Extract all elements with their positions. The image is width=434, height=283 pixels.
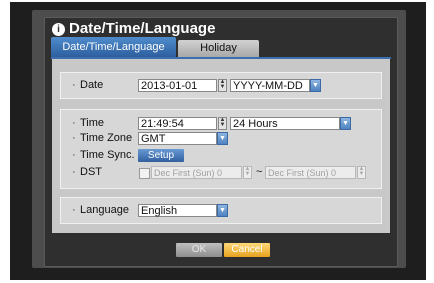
time-input[interactable]: 21:49:54 (138, 117, 217, 130)
dst-checkbox[interactable] (139, 168, 150, 179)
timesync-setup-button[interactable]: Setup (138, 149, 184, 162)
dst-start-field[interactable]: Dec First (Sun) 0 (151, 166, 242, 179)
chevron-down-icon[interactable]: ▼ (217, 204, 228, 217)
dst-range-separator: ~ (256, 166, 263, 178)
cancel-button[interactable]: Cancel (224, 243, 270, 257)
dst-end-spinner[interactable]: ▲ ▼ (357, 166, 366, 179)
dst-start-spinner[interactable]: ▲ ▼ (243, 166, 252, 179)
language-label: Language (72, 204, 129, 216)
dst-end-field[interactable]: Dec First (Sun) 0 (265, 166, 356, 179)
chevron-down-icon[interactable]: ▼ (310, 79, 321, 92)
date-label: Date (72, 79, 103, 91)
time-spinner[interactable]: ▲ ▼ (218, 117, 227, 130)
timesync-label: Time Sync. (72, 149, 135, 161)
chevron-down-icon[interactable]: ▼ (340, 117, 351, 130)
language-select[interactable]: English (138, 204, 217, 217)
info-icon: i (52, 22, 65, 36)
tab-date-time-language[interactable]: Date/Time/Language (51, 37, 176, 57)
tab-holiday[interactable]: Holiday (178, 40, 259, 57)
ok-button[interactable]: OK (176, 243, 222, 257)
dialog-title-text: Date/Time/Language (69, 20, 216, 37)
dialog-title: i Date/Time/Language (52, 19, 215, 39)
timezone-label: Time Zone (72, 132, 132, 144)
chevron-down-icon[interactable]: ▼ (217, 132, 228, 145)
time-format-select[interactable]: 24 Hours (230, 117, 340, 130)
date-spinner[interactable]: ▲ ▼ (218, 79, 227, 92)
dst-label: DST (72, 166, 102, 178)
timezone-select[interactable]: GMT (138, 132, 217, 145)
time-label: Time (72, 117, 104, 129)
date-input[interactable]: 2013-01-01 (138, 79, 217, 92)
date-format-select[interactable]: YYYY-MM-DD (230, 79, 310, 92)
